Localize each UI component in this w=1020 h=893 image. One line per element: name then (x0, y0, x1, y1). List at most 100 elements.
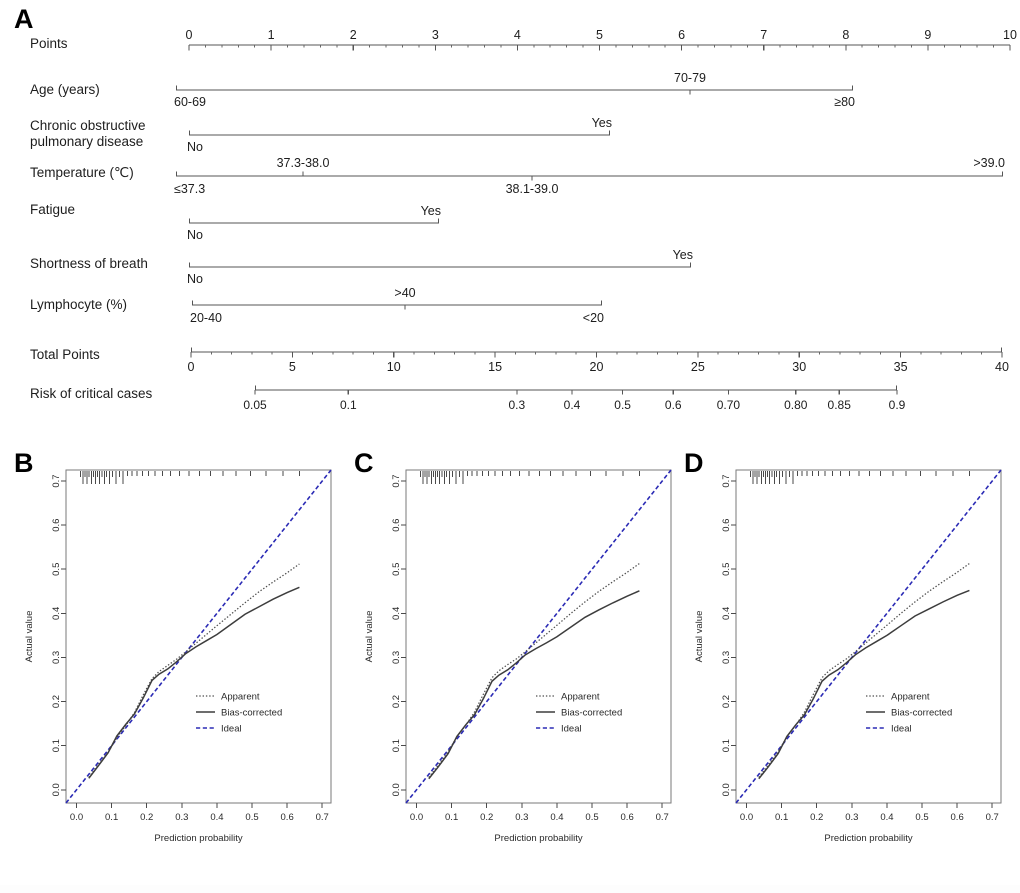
axis-tick-label: >39.0 (973, 156, 1005, 170)
axis-tick-label: 4 (514, 28, 521, 42)
shortness-axis: No Yes (187, 248, 693, 286)
y-tick-label: 0.0 (391, 783, 402, 796)
axis-tick-label: 0.80 (784, 398, 808, 412)
y-tick-label: 0.4 (51, 607, 62, 620)
legend-label: Bias-corrected (891, 707, 952, 718)
y-tick-label: 0.3 (51, 651, 62, 664)
axis-tick-label: 8 (842, 28, 849, 42)
axis-tick-label: No (187, 140, 203, 154)
axis-tick-label: 2 (350, 28, 357, 42)
axis-tick-label: 0 (186, 28, 193, 42)
axis-tick-label: ≥80 (834, 95, 855, 109)
y-tick-label: 0.1 (391, 739, 402, 752)
axis-tick-label: 7 (760, 28, 767, 42)
temperature-axis: 37.3-38.0 38.1-39.0 ≤37.3 >39.0 (174, 156, 1005, 196)
legend: Apparent Bias-corrected Ideal (536, 691, 622, 734)
legend-label: Ideal (891, 723, 912, 734)
x-axis-title: Prediction probability (154, 833, 242, 844)
legend-label: Bias-corrected (561, 707, 622, 718)
calibration-svg-d: 0.0 0.1 0.2 0.3 0.4 0.5 0.6 0.7 Prediction proba… (694, 469, 1002, 844)
x-axis-title: Prediction probability (494, 833, 582, 844)
y-axis-title: Actual value (694, 611, 705, 663)
x-tick-label: 0.6 (951, 812, 964, 823)
axis-tick-label: Yes (673, 248, 693, 262)
points-axis: 0 1 2 3 4 5 6 7 8 9 10 (186, 28, 1017, 51)
x-tick-label: 0.6 (281, 812, 294, 823)
x-tick-label: 0.4 (880, 812, 893, 823)
axis-tick-label: 37.3-38.0 (277, 156, 330, 170)
axis-tick-label: <20 (583, 311, 604, 325)
nomogram-axes: 0 1 2 3 4 5 6 7 8 9 1070-7960-69 ≥80NoYes37.3-38.03… (174, 28, 1017, 412)
axis-tick-label: 0.85 (828, 398, 852, 412)
series-bias-corrected (758, 589, 970, 780)
axis-tick-label: 3 (432, 28, 439, 42)
y-axis-title: Actual value (24, 611, 35, 663)
x-tick-label: 0.5 (585, 812, 598, 823)
axis-tick-label: 6 (678, 28, 685, 42)
x-tick-label: 0.2 (480, 812, 493, 823)
rug-marks (420, 471, 640, 484)
axis-tick-label: 0.70 (717, 398, 741, 412)
axis-tick-label: 38.1-39.0 (506, 182, 559, 196)
x-tick-label: 0.5 (245, 812, 258, 823)
series-bias-corrected (428, 590, 640, 780)
risk-axis: 0.05 0.1 0.3 0.4 0.5 0.6 0.70 0.80 0.85 0.9 (243, 385, 906, 412)
axis-tick-label: 20-40 (190, 311, 222, 325)
y-tick-label: 0.6 (51, 519, 62, 532)
y-axis: 0.0 0.1 0.2 0.3 0.4 0.5 0.6 0.7 (51, 474, 66, 796)
calibration-plot-c: C 0.0 0.1 0.2 0.3 0.4 0.5 0.6 0.7 Prediction pro… (340, 448, 680, 878)
y-axis: 0.0 0.1 0.2 0.3 0.4 0.5 0.6 0.7 (391, 474, 406, 796)
axis-tick-label: 15 (488, 360, 502, 374)
axis-tick-label: 1 (268, 28, 275, 42)
x-tick-label: 0.4 (550, 812, 563, 823)
legend-label: Ideal (221, 723, 242, 734)
y-tick-label: 0.6 (391, 519, 402, 532)
x-tick-label: 0.0 (740, 812, 753, 823)
axis-tick-label: 35 (894, 360, 908, 374)
lymphocyte-axis: >40 20-40 <20 (190, 286, 604, 325)
y-tick-label: 0.2 (51, 695, 62, 708)
y-tick-label: 0.7 (51, 474, 62, 487)
x-tick-label: 0.0 (70, 812, 83, 823)
fatigue-axis: No Yes (187, 204, 441, 242)
y-tick-label: 0.0 (51, 783, 62, 796)
legend-label: Bias-corrected (221, 707, 282, 718)
x-tick-label: 0.0 (410, 812, 423, 823)
axis-tick-label: 0.05 (243, 398, 267, 412)
axis-tick-label: ≤37.3 (174, 182, 205, 196)
series-bias-corrected (88, 586, 300, 779)
x-tick-label: 0.3 (845, 812, 858, 823)
x-tick-label: 0.6 (621, 812, 634, 823)
axis-tick-label: Yes (421, 204, 441, 218)
y-tick-label: 0.4 (391, 607, 402, 620)
legend-label: Apparent (561, 691, 600, 702)
x-axis: 0.0 0.1 0.2 0.3 0.4 0.5 0.6 0.7 (70, 803, 329, 823)
y-tick-label: 0.1 (721, 739, 732, 752)
x-tick-label: 0.5 (915, 812, 928, 823)
y-tick-label: 0.5 (391, 563, 402, 576)
axis-tick-label: >40 (394, 286, 415, 300)
axis-tick-label: 25 (691, 360, 705, 374)
y-tick-label: 0.1 (51, 739, 62, 752)
figure-bottom-margin (0, 885, 1020, 893)
axis-tick-label: 5 (596, 28, 603, 42)
y-tick-label: 0.7 (391, 474, 402, 487)
nomogram-panel: A Points Age (years) Chronic obstructive… (0, 0, 1020, 430)
x-tick-label: 0.7 (986, 812, 999, 823)
x-tick-label: 0.7 (656, 812, 669, 823)
calibration-plot-d: D 0.0 0.1 0.2 0.3 0.4 0.5 0.6 0.7 Prediction pro… (670, 448, 1010, 878)
x-tick-label: 0.3 (515, 812, 528, 823)
x-axis-title: Prediction probability (824, 833, 912, 844)
rug-marks (750, 471, 970, 484)
legend-label: Apparent (891, 691, 930, 702)
total-points-axis: 0 5 10 15 20 25 30 35 40 (188, 347, 1009, 374)
x-axis: 0.0 0.1 0.2 0.3 0.4 0.5 0.6 0.7 (740, 803, 999, 823)
y-tick-label: 0.2 (721, 695, 732, 708)
x-tick-label: 0.2 (140, 812, 153, 823)
axis-tick-label: 40 (995, 360, 1009, 374)
series-ideal (65, 469, 332, 804)
y-tick-label: 0.5 (51, 563, 62, 576)
y-tick-label: 0.5 (721, 563, 732, 576)
rug-marks (80, 471, 300, 484)
x-tick-label: 0.4 (210, 812, 223, 823)
